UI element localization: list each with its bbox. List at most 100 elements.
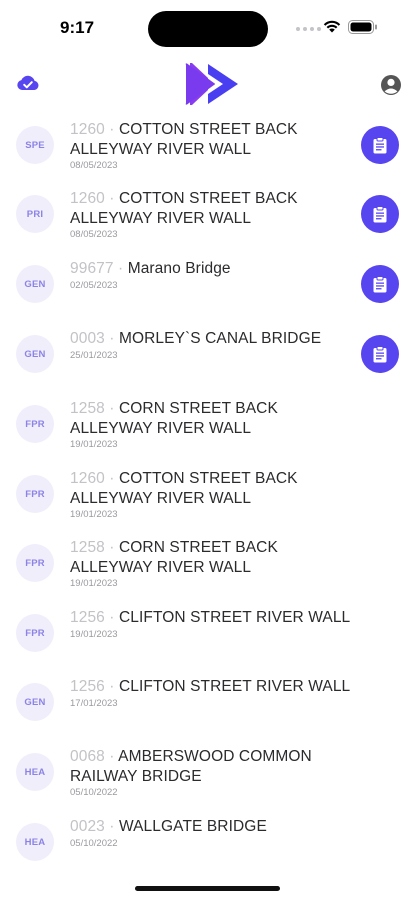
double-play-logo — [185, 63, 238, 105]
item-date: 17/01/2023 — [70, 697, 118, 709]
item-date: 19/01/2023 — [70, 578, 118, 589]
dynamic-island — [148, 11, 268, 47]
item-title: 1260 · COTTON STREET BACK ALLEYWAY RIVER… — [70, 189, 360, 228]
clipboard-icon — [373, 345, 387, 362]
item-date: 08/05/2023 — [70, 160, 118, 171]
clipboard-icon — [373, 205, 387, 222]
item-type-avatar: GEN — [16, 335, 54, 373]
item-asset-id: 1256 — [70, 609, 105, 626]
list-item[interactable]: FPR 1258 · CORN STREET BACK ALLEYWAY RIVE… — [0, 391, 415, 461]
item-type-avatar: FPR — [16, 544, 54, 582]
item-separator: · — [104, 609, 119, 626]
item-type-avatar: FPR — [16, 614, 54, 652]
item-text: 1260 · COTTON STREET BACK ALLEYWAY RIVER… — [70, 189, 360, 240]
list-item[interactable]: GEN 1256 · CLIFTON STREET RIVER WALL 17/01… — [0, 669, 415, 739]
item-type-avatar: HEA — [16, 753, 54, 791]
item-date: 05/10/2022 — [70, 787, 118, 798]
item-date: 02/05/2023 — [70, 279, 118, 291]
item-type-avatar: FPR — [16, 405, 54, 443]
item-type-avatar: FPR — [16, 475, 54, 513]
item-text: 1258 · CORN STREET BACK ALLEYWAY RIVER W… — [70, 399, 360, 450]
item-name: CLIFTON STREET RIVER WALL — [118, 609, 351, 626]
list-item[interactable]: FPR 1256 · CLIFTON STREET RIVER WALL 19/01… — [0, 600, 415, 670]
item-title: 1256 · CLIFTON STREET RIVER WALL — [70, 608, 360, 628]
clipboard-button[interactable] — [361, 195, 399, 233]
item-date: 25/01/2023 — [70, 349, 118, 361]
item-title: 0003 · MORLEY`S CANAL BRIDGE — [70, 329, 360, 349]
profile-icon[interactable] — [380, 74, 402, 96]
item-separator: · — [104, 748, 119, 765]
item-text: 1256 · CLIFTON STREET RIVER WALL 17/01/20… — [70, 677, 360, 709]
item-text: 1256 · CLIFTON STREET RIVER WALL 19/01/20… — [70, 608, 360, 640]
item-title: 1258 · CORN STREET BACK ALLEYWAY RIVER W… — [70, 399, 360, 438]
item-title: 1260 · COTTON STREET BACK ALLEYWAY RIVER… — [70, 469, 360, 508]
item-type-avatar: PRI — [16, 195, 54, 233]
item-text: 0023 · WALLGATE BRIDGE 05/10/2022 — [70, 817, 360, 849]
item-date: 08/05/2023 — [70, 229, 118, 240]
item-title: 1260 · COTTON STREET BACK ALLEYWAY RIVER… — [70, 120, 360, 159]
list-item[interactable]: HEA 0068 · AMBERSWOOD COMMON RAILWAY BRID… — [0, 739, 415, 809]
battery-icon — [348, 20, 377, 34]
item-separator: · — [104, 121, 119, 138]
item-text: 1260 · COTTON STREET BACK ALLEYWAY RIVER… — [70, 469, 360, 520]
item-title: 99677 · Marano Bridge — [70, 259, 360, 279]
cellular-signal-icon — [296, 27, 321, 31]
item-text: 99677 · Marano Bridge 02/05/2023 — [70, 259, 360, 291]
item-text: 0068 · AMBERSWOOD COMMON RAILWAY BRIDGE 0… — [70, 747, 360, 798]
status-bar: 9:17 — [0, 0, 415, 56]
item-asset-id: 1260 — [70, 470, 105, 487]
item-text: 1258 · CORN STREET BACK ALLEYWAY RIVER W… — [70, 538, 360, 589]
item-type-avatar: GEN — [16, 265, 54, 303]
item-asset-id: 1260 — [70, 190, 105, 207]
item-type-avatar: SPE — [16, 126, 54, 164]
list-item[interactable]: FPR 1260 · COTTON STREET BACK ALLEYWAY RI… — [0, 461, 415, 531]
list-item[interactable]: FPR 1258 · CORN STREET BACK ALLEYWAY RIVE… — [0, 530, 415, 600]
clipboard-icon — [373, 136, 387, 153]
item-type-avatar: GEN — [16, 683, 54, 721]
item-date: 19/01/2023 — [70, 439, 118, 450]
item-separator: · — [104, 539, 119, 556]
item-date: 05/10/2022 — [70, 837, 118, 849]
item-asset-id: 1258 — [70, 539, 105, 556]
item-name: Marano Bridge — [127, 260, 231, 277]
item-asset-id: 1258 — [70, 400, 105, 417]
item-title: 0068 · AMBERSWOOD COMMON RAILWAY BRIDGE — [70, 747, 360, 786]
item-separator: · — [104, 470, 119, 487]
list-item[interactable]: PRI 1260 · COTTON STREET BACK ALLEYWAY RI… — [0, 181, 415, 251]
item-asset-id: 1260 — [70, 121, 105, 138]
status-time: 9:17 — [60, 18, 95, 37]
list-item[interactable]: GEN 99677 · Marano Bridge 02/05/2023 — [0, 251, 415, 321]
item-asset-id: 1256 — [70, 678, 105, 695]
item-separator: · — [104, 190, 119, 207]
clipboard-button[interactable] — [361, 335, 399, 373]
item-asset-id: 99677 — [70, 260, 114, 277]
list-item[interactable]: GEN 0003 · MORLEY`S CANAL BRIDGE 25/01/202… — [0, 321, 415, 391]
item-separator: · — [104, 400, 119, 417]
item-asset-id: 0023 — [70, 818, 105, 835]
item-date: 19/01/2023 — [70, 628, 118, 640]
item-name: WALLGATE BRIDGE — [118, 818, 267, 835]
item-title: 1256 · CLIFTON STREET RIVER WALL — [70, 677, 360, 697]
list-item[interactable]: SPE 1260 · COTTON STREET BACK ALLEYWAY RI… — [0, 112, 415, 182]
item-date: 19/01/2023 — [70, 509, 118, 520]
app-header — [0, 56, 415, 114]
item-text: 1260 · COTTON STREET BACK ALLEYWAY RIVER… — [70, 120, 360, 171]
app-screen: 9:17 SPE 1260 · COTTON STREET BACK ALLEY… — [0, 0, 415, 900]
list-item[interactable]: HEA 0023 · WALLGATE BRIDGE 05/10/2022 — [0, 809, 415, 879]
item-separator: · — [113, 260, 128, 277]
item-separator: · — [104, 818, 119, 835]
item-title: 1258 · CORN STREET BACK ALLEYWAY RIVER W… — [70, 538, 360, 577]
clipboard-button[interactable] — [361, 265, 399, 303]
wifi-icon — [323, 20, 341, 33]
clipboard-button[interactable] — [361, 126, 399, 164]
item-name: CLIFTON STREET RIVER WALL — [118, 678, 351, 695]
item-text: 0003 · MORLEY`S CANAL BRIDGE 25/01/2023 — [70, 329, 360, 361]
home-indicator — [135, 886, 280, 891]
item-title: 0023 · WALLGATE BRIDGE — [70, 817, 360, 837]
item-asset-id: 0003 — [70, 330, 105, 347]
cloud-check-icon[interactable] — [16, 74, 40, 92]
item-asset-id: 0068 — [70, 748, 105, 765]
item-separator: · — [104, 678, 119, 695]
clipboard-icon — [373, 275, 387, 292]
item-type-avatar: HEA — [16, 823, 54, 861]
